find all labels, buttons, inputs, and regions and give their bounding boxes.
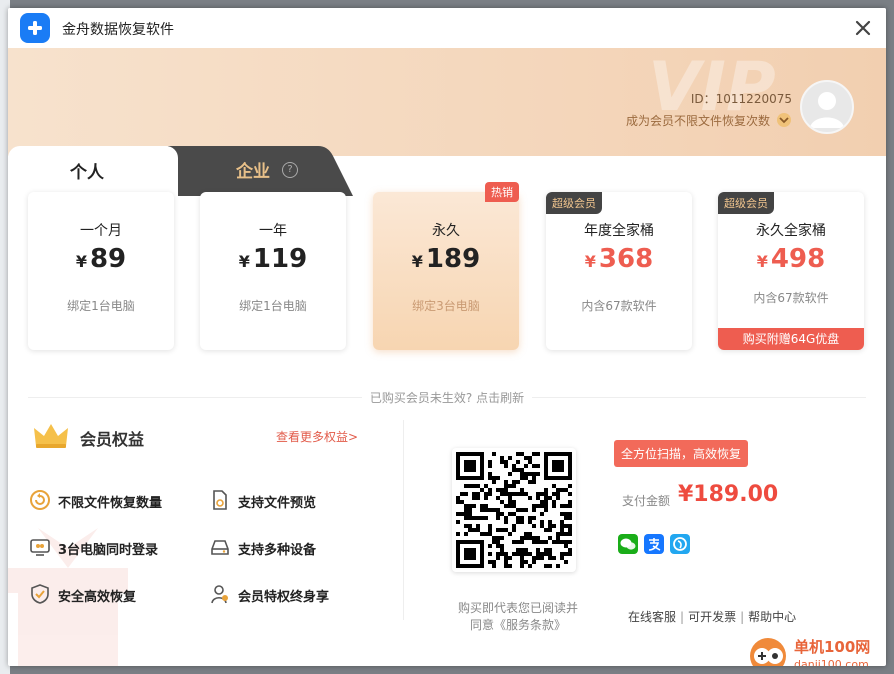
- tab-personal-label: 个人: [70, 163, 104, 183]
- tab-enterprise-label: 企业: [236, 162, 270, 182]
- invoice-link[interactable]: 可开发票: [688, 610, 736, 624]
- purchase-dialog: 金舟数据恢复软件 VIP ID：1011220075 成为会员不限文件恢复次数 …: [8, 8, 886, 666]
- app-logo-icon: [20, 13, 50, 43]
- wechat-pay-icon[interactable]: [618, 534, 638, 554]
- member-header: VIP ID：1011220075 成为会员不限文件恢复次数 企业 ? 个人: [8, 48, 886, 196]
- online-support-link[interactable]: 在线客服: [628, 610, 676, 624]
- chevron-down-icon[interactable]: [776, 112, 792, 127]
- avatar[interactable]: [800, 80, 854, 134]
- file-preview-icon: [213, 490, 227, 510]
- plan-desc: 绑定1台电脑: [67, 299, 135, 313]
- separator: |: [740, 610, 745, 624]
- plan-price: ¥189: [411, 244, 481, 274]
- benefits-title: 会员权益: [80, 430, 145, 449]
- plan-card-lifetime-bundle[interactable]: 超级会员 永久全家桶 ¥498 内含67款软件 购买附赠64G优盘: [718, 192, 864, 350]
- plan-price: ¥89: [75, 244, 127, 274]
- payment-qr-code: [452, 448, 576, 572]
- plan-name: 永久全家桶: [756, 223, 826, 239]
- user-id: ID：1011220075: [690, 92, 792, 106]
- payment-amount: ¥189.00: [678, 482, 779, 507]
- plan-card-monthly[interactable]: 一个月 ¥89 绑定1台电脑: [28, 192, 174, 350]
- plan-name: 一年: [259, 223, 287, 239]
- plan-desc: 内含67款软件: [581, 299, 657, 313]
- help-icon[interactable]: ?: [282, 162, 298, 178]
- scan-tag: 全方位扫描，高效恢复: [614, 440, 749, 467]
- more-benefits-link[interactable]: 查看更多权益>: [276, 428, 358, 445]
- terms-link[interactable]: 同意《服务条款》: [448, 617, 588, 634]
- drive-icon: [211, 540, 229, 555]
- plan-price: ¥498: [756, 244, 826, 274]
- plan-desc: 内含67款软件: [753, 291, 829, 305]
- app-title: 金舟数据恢复软件: [62, 22, 174, 38]
- help-center-link[interactable]: 帮助中心: [748, 610, 796, 624]
- footer-links: 在线客服 | 可开发票 | 帮助中心: [628, 608, 796, 625]
- plan-name: 一个月: [80, 223, 122, 239]
- refresh-link-row: 已购买会员未生效? 点击刷新: [8, 389, 886, 406]
- crown-icon: [34, 424, 68, 448]
- shield-check-icon: [31, 584, 49, 604]
- tab-enterprise[interactable]: 企业 ?: [168, 146, 358, 196]
- payment-amount-label: 支付金额: [622, 494, 671, 508]
- multi-device-icon: [30, 539, 50, 556]
- site-name: 单机100网: [794, 638, 871, 656]
- user-privilege-icon: [211, 585, 228, 604]
- plan-card-yearly[interactable]: 一年 ¥119 绑定1台电脑: [200, 192, 346, 350]
- alipay-icon[interactable]: [644, 534, 664, 554]
- plan-desc: 绑定1台电脑: [239, 299, 307, 313]
- refresh-link[interactable]: 已购买会员未生效? 点击刷新: [361, 391, 533, 405]
- plan-name: 年度全家桶: [584, 223, 654, 239]
- refresh-icon: [30, 490, 50, 510]
- plan-desc: 绑定3台电脑: [412, 299, 480, 313]
- member-hint: 成为会员不限文件恢复次数: [625, 114, 770, 128]
- super-member-badge: 超级会员: [546, 192, 602, 214]
- plan-price: ¥119: [238, 244, 308, 274]
- bank-pay-icon[interactable]: [670, 534, 690, 554]
- section-divider: [403, 420, 404, 620]
- close-icon[interactable]: [852, 17, 874, 39]
- terms-agreement: 购买即代表您已阅读并 同意《服务条款》: [448, 600, 588, 634]
- plan-name: 永久: [432, 223, 460, 239]
- tab-personal[interactable]: 个人: [8, 146, 178, 196]
- plan-card-lifetime[interactable]: 热销 永久 ¥189 绑定3台电脑: [373, 182, 519, 350]
- site-logo-icon: [750, 638, 786, 666]
- super-member-badge: 超级会员: [718, 192, 774, 214]
- hot-badge: 热销: [485, 182, 519, 202]
- plan-price: ¥368: [584, 244, 654, 274]
- plan-card-annual-bundle[interactable]: 超级会员 年度全家桶 ¥368 内含67款软件: [546, 192, 692, 350]
- terms-line: 购买即代表您已阅读并: [457, 601, 578, 615]
- title-bar: 金舟数据恢复软件: [8, 8, 886, 48]
- site-url: danji100.com: [794, 658, 869, 666]
- gift-bar: 购买附赠64G优盘: [718, 328, 864, 350]
- separator: |: [680, 610, 685, 624]
